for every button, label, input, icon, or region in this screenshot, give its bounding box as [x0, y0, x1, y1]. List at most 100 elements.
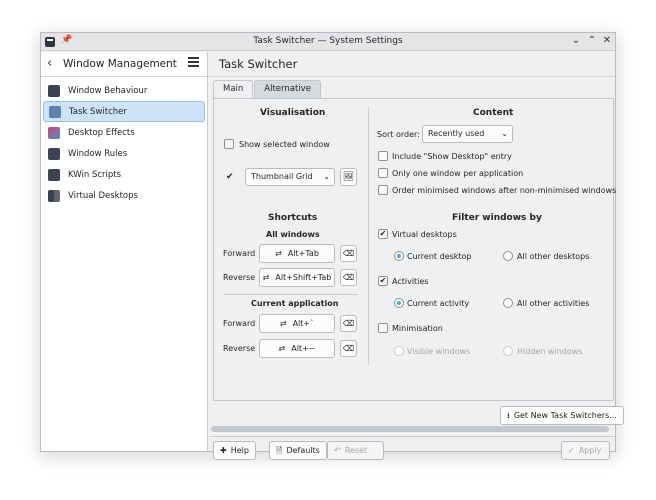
current-desktop-label: Current desktop [407, 252, 472, 261]
show-selected-window-checkbox[interactable] [224, 139, 234, 149]
clear-shortcut-button[interactable]: ⌫ [340, 340, 357, 357]
visualisation-enabled-check-icon[interactable]: ✔ [226, 172, 234, 182]
close-button[interactable]: ✕ [600, 34, 614, 48]
clear-shortcut-button[interactable]: ⌫ [340, 269, 357, 286]
main-header: Task Switcher [209, 52, 615, 77]
forward-label: Forward [223, 319, 256, 328]
page-title: Task Switcher [219, 57, 298, 71]
main-content: Task Switcher Main Alternative Visualisa… [209, 52, 624, 460]
visible-windows-label: Visible windows [407, 347, 471, 356]
tab-bar: Main Alternative [213, 80, 321, 98]
tab-main[interactable]: Main [213, 80, 254, 98]
switcher-style-combobox[interactable]: Thumbnail Grid ⌄ [245, 168, 335, 186]
include-show-desktop-label: Include "Show Desktop" entry [392, 152, 512, 161]
current-activity-label: Current activity [407, 299, 470, 308]
help-icon: ✚ [220, 446, 227, 455]
preview-image-button[interactable]: 🖼 [340, 168, 357, 186]
apply-button[interactable]: ✓ Apply [561, 441, 610, 460]
backspace-icon: ⌫ [342, 319, 355, 328]
tab-alternative[interactable]: Alternative [254, 80, 321, 98]
check-icon: ✓ [568, 446, 575, 455]
current-desktop-radio[interactable] [394, 251, 404, 261]
help-button[interactable]: ✚ Help [213, 441, 256, 460]
maximize-button[interactable]: ⌃ [585, 34, 599, 48]
sidebar-item-kwin-scripts[interactable]: KWin Scripts [43, 164, 205, 185]
virtual-desktops-label: Virtual desktops [392, 230, 457, 239]
chevron-down-icon: ⌄ [323, 172, 330, 181]
current-activity-radio[interactable] [394, 298, 404, 308]
sidebar-header: ‹ Window Management [41, 52, 207, 77]
help-label: Help [230, 446, 249, 455]
shortcut-icon: ⇄ [279, 319, 287, 328]
divider [224, 294, 358, 295]
visualisation-title: Visualisation [260, 108, 326, 118]
footer-divider [209, 436, 615, 437]
clear-shortcut-button[interactable]: ⌫ [340, 315, 357, 332]
sidebar-item-label: Task Switcher [69, 106, 127, 117]
show-selected-window-label: Show selected window [239, 140, 330, 149]
reset-button[interactable]: ↶ Reset [327, 441, 384, 460]
only-one-window-checkbox[interactable] [378, 168, 388, 178]
sidebar-header-title: Window Management [63, 58, 177, 70]
all-windows-forward-shortcut[interactable]: ⇄ Alt+Tab [259, 244, 335, 263]
reverse-label: Reverse [223, 344, 256, 353]
sidebar-item-virtual-desktops[interactable]: Virtual Desktops [43, 185, 205, 206]
all-other-activities-radio[interactable] [503, 298, 513, 308]
app-forward-key: Alt+` [292, 319, 315, 328]
sidebar-item-task-switcher[interactable]: Task Switcher [43, 101, 205, 122]
sidebar-item-desktop-effects[interactable]: Desktop Effects [43, 122, 205, 143]
virtual-desktops-checkbox[interactable]: ✔ [378, 229, 388, 239]
horizontal-scrollbar[interactable] [211, 426, 609, 432]
title-bar[interactable]: 📌 Task Switcher — System Settings ⌄ ⌃ ✕ [41, 33, 615, 51]
get-new-task-switchers-button[interactable]: ⭳ Get New Task Switchers... [500, 406, 624, 425]
order-minimised-label: Order minimised windows after non-minimi… [392, 186, 617, 195]
sidebar-item-window-behaviour[interactable]: Window Behaviour [43, 80, 205, 101]
backspace-icon: ⌫ [342, 273, 355, 282]
sidebar: ‹ Window Management Window Behaviour Tas… [41, 52, 208, 451]
window-behaviour-icon [48, 84, 60, 97]
tab-panel-main: Visualisation Show selected window ✔ Thu… [213, 98, 617, 401]
all-windows-subtitle: All windows [266, 230, 320, 239]
minimize-button[interactable]: ⌄ [569, 34, 583, 48]
backspace-icon: ⌫ [342, 344, 355, 353]
sidebar-item-window-rules[interactable]: Window Rules [43, 143, 205, 164]
sidebar-item-label: Window Rules [68, 148, 128, 159]
minimisation-checkbox[interactable] [378, 323, 388, 333]
reset-label: Reset [344, 446, 368, 455]
sidebar-item-label: Desktop Effects [68, 127, 135, 138]
all-forward-key: Alt+Tab [287, 249, 319, 258]
check-icon: ✔ [379, 276, 387, 285]
backspace-icon: ⌫ [342, 249, 355, 258]
hamburger-menu-icon[interactable] [188, 57, 199, 67]
all-other-desktops-radio[interactable] [503, 251, 513, 261]
back-arrow-icon[interactable]: ‹ [47, 56, 52, 71]
minimisation-label: Minimisation [392, 324, 443, 333]
current-app-forward-shortcut[interactable]: ⇄ Alt+` [259, 314, 335, 333]
sidebar-item-label: KWin Scripts [68, 169, 122, 180]
all-other-desktops-label: All other desktops [517, 252, 590, 261]
defaults-label: Defaults [286, 446, 320, 455]
sort-order-value: Recently used [428, 129, 485, 138]
hidden-windows-radio[interactable] [503, 346, 513, 356]
all-windows-reverse-shortcut[interactable]: ⇄ Alt+Shift+Tab [259, 268, 335, 287]
defaults-button[interactable]: 🗎 Defaults [269, 441, 327, 460]
undo-icon: ↶ [334, 446, 341, 455]
kwin-scripts-icon [48, 168, 60, 181]
check-icon: ✔ [379, 229, 387, 238]
activities-label: Activities [392, 277, 429, 286]
order-minimised-checkbox[interactable] [378, 185, 388, 195]
clear-shortcut-button[interactable]: ⌫ [340, 245, 357, 262]
sort-order-label: Sort order: [377, 130, 420, 139]
sort-order-combobox[interactable]: Recently used ⌄ [422, 125, 513, 143]
include-show-desktop-checkbox[interactable] [378, 151, 388, 161]
shortcuts-title: Shortcuts [268, 213, 318, 223]
all-other-activities-label: All other activities [517, 299, 590, 308]
window-title: Task Switcher — System Settings [253, 36, 403, 46]
chevron-down-icon: ⌄ [501, 129, 508, 138]
system-settings-window: 📌 Task Switcher — System Settings ⌄ ⌃ ✕ … [40, 32, 624, 460]
current-application-subtitle: Current application [251, 299, 339, 308]
activities-checkbox[interactable]: ✔ [378, 276, 388, 286]
visible-windows-radio[interactable] [394, 346, 404, 356]
current-app-reverse-shortcut[interactable]: ⇄ Alt+~ [259, 339, 335, 358]
content-title: Content [473, 108, 514, 118]
